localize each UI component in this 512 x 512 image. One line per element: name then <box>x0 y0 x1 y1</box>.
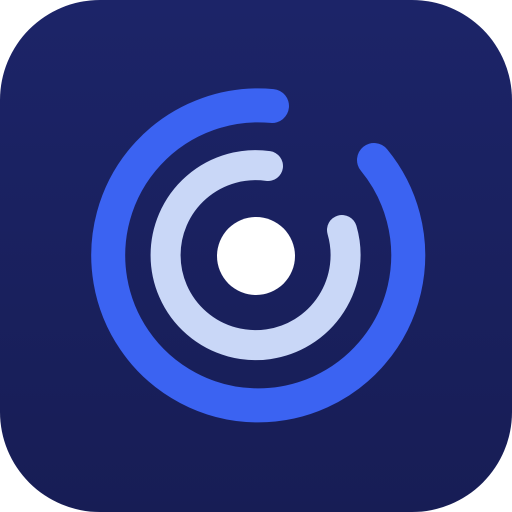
app-icon <box>0 0 512 512</box>
center-dot <box>217 217 295 295</box>
app-icon-graphic <box>0 0 512 512</box>
